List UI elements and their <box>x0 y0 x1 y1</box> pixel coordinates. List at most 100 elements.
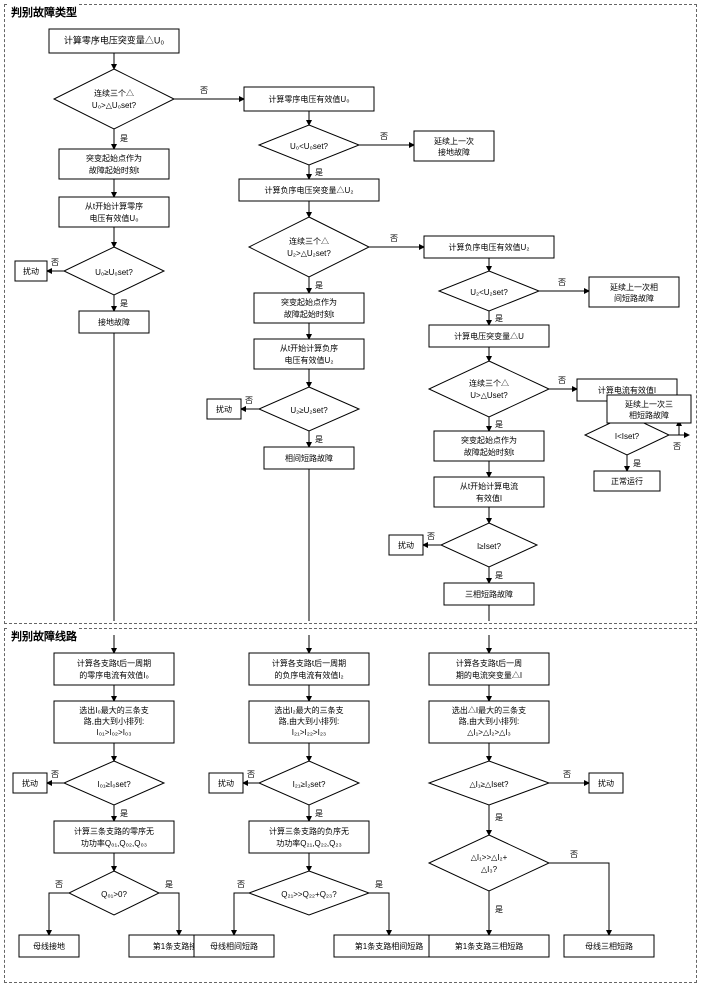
pd1: I₀₁≥I₀set? <box>97 780 131 789</box>
dc2-2: U>△Uset? <box>470 391 508 400</box>
pr3b: 母线三相短路 <box>585 941 633 951</box>
section2-title: 判别故障线路 <box>9 628 79 644</box>
dc1-no: 否 <box>558 278 566 287</box>
b4-1: 从t开始计算负序 <box>280 343 338 353</box>
pd2b: Q₂₁>>Q₂₂+Q₂₃? <box>281 890 337 899</box>
p2b-2: 路,由大到小排列: <box>279 716 339 726</box>
b2: 计算负序电压突变量△U₂ <box>265 185 354 195</box>
pd2b-no: 否 <box>237 880 245 889</box>
db2-1: 连续三个△ <box>289 236 329 246</box>
pd2: I₂₁≥I₂set? <box>293 780 326 789</box>
a3-1: 从t开始计算零序 <box>85 201 143 211</box>
dc2-no: 否 <box>558 376 566 385</box>
d1-no: 否 <box>200 86 208 95</box>
c4-1: 从t开始计算电流 <box>460 481 518 491</box>
c2: 计算电压突变量△U <box>454 331 524 341</box>
c4-2: 有效值I <box>476 493 502 503</box>
de1-no: 否 <box>673 442 681 451</box>
db3-yes: 是 <box>315 435 323 444</box>
db1: U₀<U₀set? <box>290 142 329 151</box>
p2b-3: I₂₁>I₂₂>I₂₃ <box>292 728 326 737</box>
b4-2: 电压有效值U₂ <box>285 355 334 365</box>
pd1b-no: 否 <box>55 880 63 889</box>
b1: 计算零序电压有效值U₀ <box>268 94 349 104</box>
disturb-c: 扰动 <box>398 540 414 550</box>
d1-2: U₀>△U₀set? <box>92 101 137 110</box>
p2a-1: 计算各支路t后一周期 <box>272 658 346 668</box>
p1c-1: 计算三条支路的零序无 <box>74 826 154 836</box>
dc3-no: 否 <box>427 532 435 541</box>
rb1-2: 接地故障 <box>438 147 470 157</box>
dc2-yes: 是 <box>495 420 503 429</box>
rb2: 相间短路故障 <box>285 453 333 463</box>
d2-yes: 是 <box>120 299 128 308</box>
p3a-2: 期的电流突变量△I <box>456 670 522 680</box>
d1-1: 连续三个△ <box>94 88 134 98</box>
pd1b: Q₀₁>0? <box>101 890 127 899</box>
normal: 正常运行 <box>611 476 643 486</box>
pd3b-2: △I₃? <box>481 865 498 874</box>
box-a1: 计算零序电压突变量△U₀ <box>64 34 165 45</box>
re1-1: 延续上一次三 <box>625 399 673 409</box>
dc3: I≥Iset? <box>477 542 502 551</box>
p2a-2: 的负序电流有效值I₂ <box>274 670 343 680</box>
section1-title: 判别故障类型 <box>9 4 79 20</box>
p1a-2: 的零序电流有效值I₀ <box>79 670 149 680</box>
dc3-yes: 是 <box>495 571 503 580</box>
b3-1: 突变起始点作为 <box>281 297 337 307</box>
db2-2: U₂>△U₂set? <box>287 249 331 258</box>
pd3b-no: 否 <box>570 850 578 859</box>
pd3b-1: △I₁>>△I₂+ <box>471 853 508 862</box>
p2c-2: 功功率Q₂₁,Q₂₂,Q₂₃ <box>276 838 342 848</box>
b3-2: 故障起始时刻t <box>284 309 335 319</box>
re1-2: 相短路故障 <box>629 410 669 420</box>
d2: U₀≥U₀set? <box>95 268 133 277</box>
pd1-no: 否 <box>51 770 59 779</box>
p3a-1: 计算各支路t后一周 <box>456 658 522 668</box>
dc1: U₂<U₂set? <box>470 288 508 297</box>
rc1-2: 间短路故障 <box>614 293 654 303</box>
pr1a: 母线接地 <box>33 941 65 951</box>
pr2b: 第1条支路相间短路 <box>355 941 423 951</box>
db1-no: 否 <box>380 132 388 141</box>
p3b-3: △I₁>△I₂>△I₃ <box>467 728 511 737</box>
p1b-2: 路,由大到小排列: <box>84 716 144 726</box>
a3-2: 电压有效值U₀ <box>89 213 138 223</box>
de1: I<Iset? <box>615 432 640 441</box>
pd3b-yes: 是 <box>495 905 503 914</box>
db2-yes: 是 <box>315 281 323 290</box>
p3b-1: 选出△I最大的三条支 <box>452 705 526 715</box>
rb1-1: 延续上一次 <box>434 136 474 146</box>
dc2-1: 连续三个△ <box>469 378 509 388</box>
d2-no: 否 <box>51 258 59 267</box>
db3-no: 否 <box>245 396 253 405</box>
c3-1: 突变起始点作为 <box>461 435 517 445</box>
c1: 计算负序电压有效值U₂ <box>449 242 530 252</box>
pd2-no: 否 <box>247 770 255 779</box>
r1: 接地故障 <box>98 317 130 327</box>
p2c-1: 计算三条支路的负序无 <box>269 826 349 836</box>
pr2a: 母线相间短路 <box>210 941 258 951</box>
pd3: △I₁≥△Iset? <box>470 780 510 789</box>
a2-1: 突变起始点作为 <box>86 153 142 163</box>
pd1-yes: 是 <box>120 809 128 818</box>
c3-2: 故障起始时刻t <box>464 447 515 457</box>
db2-no: 否 <box>390 234 398 243</box>
pd2b-yes: 是 <box>375 880 383 889</box>
d1-yes: 是 <box>120 134 128 143</box>
db1-yes: 是 <box>315 168 323 177</box>
p1b-1: 选出I₀最大的三条支 <box>79 705 149 715</box>
de1-yes: 是 <box>633 459 641 468</box>
pd2-yes: 是 <box>315 809 323 818</box>
rc1-1: 延续上一次相 <box>610 282 658 292</box>
disturb-p3: 扰动 <box>598 778 614 788</box>
p1c-2: 功功率Q₀₁,Q₀₂,Q₀₃ <box>81 838 147 848</box>
pd3-yes: 是 <box>495 813 503 822</box>
a2-2: 故障起始时刻t <box>89 165 140 175</box>
p3b-2: 路,由大到小排列: <box>459 716 519 726</box>
dc1-yes: 是 <box>495 314 503 323</box>
pr3a: 第1条支路三相短路 <box>455 941 523 951</box>
disturb-p1: 扰动 <box>22 778 38 788</box>
pd1b-yes: 是 <box>165 880 173 889</box>
p1b-3: I₀₁>I₀₂>I₀₃ <box>96 728 131 737</box>
